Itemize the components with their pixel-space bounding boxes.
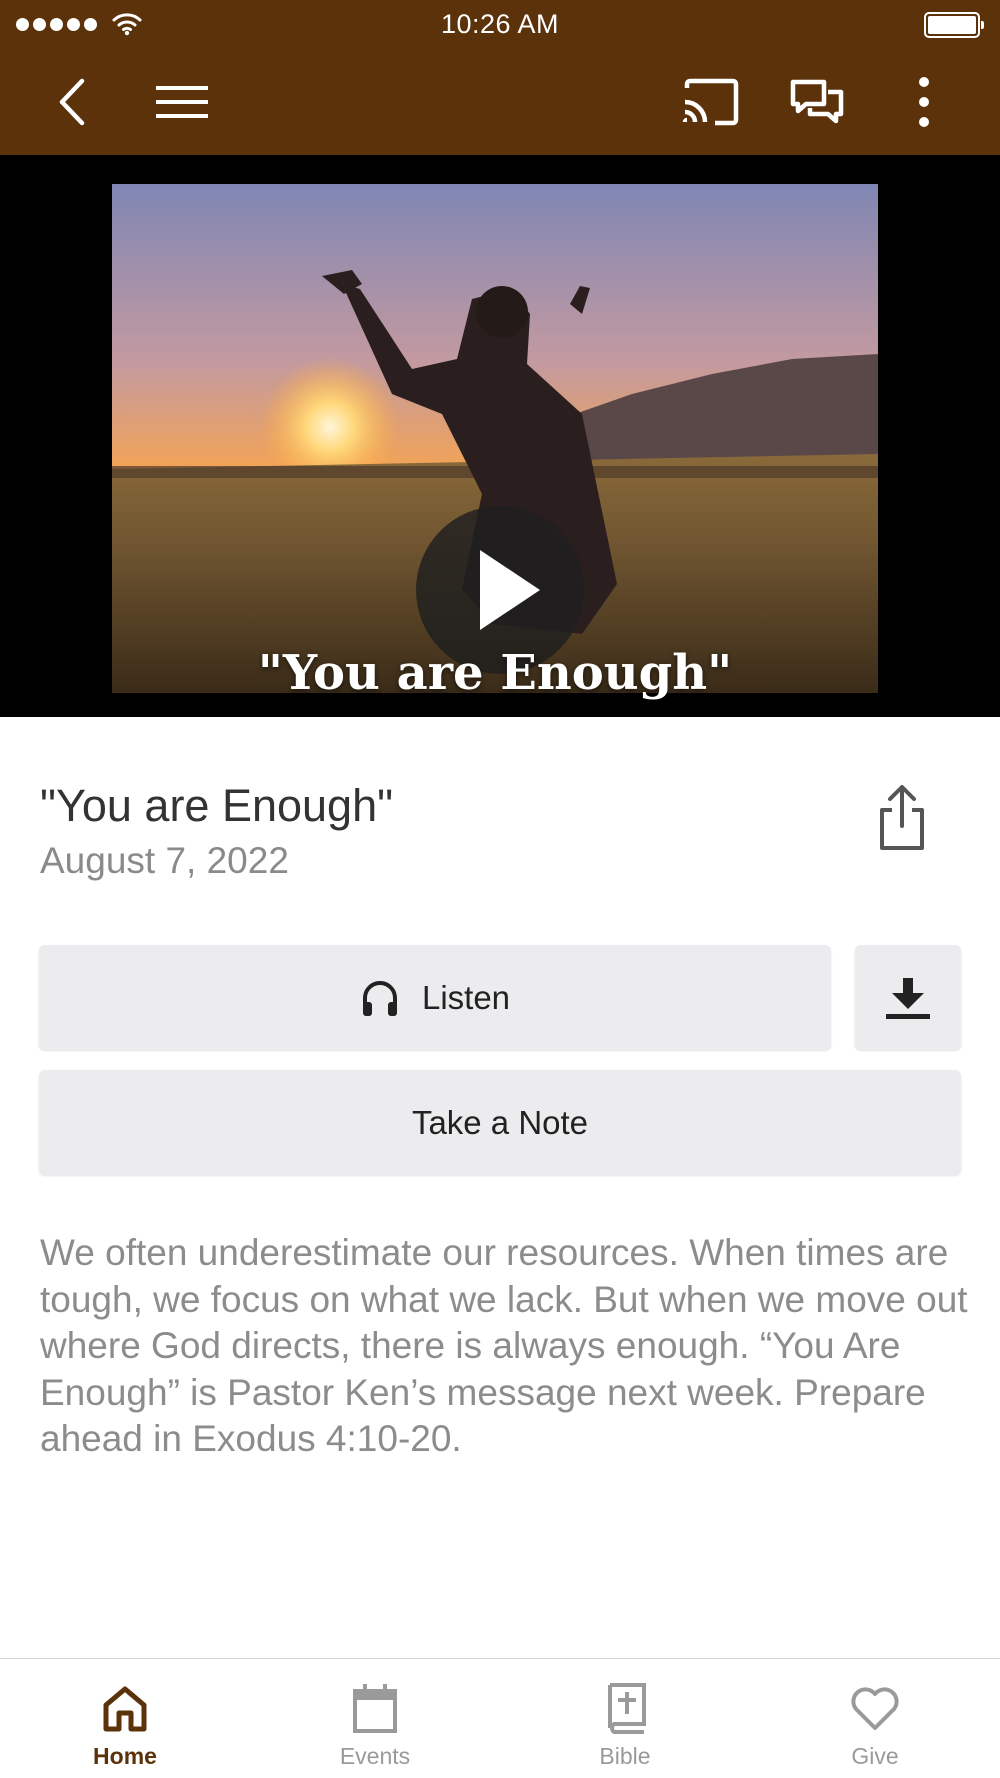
calendar-icon <box>353 1684 397 1733</box>
sermon-date: August 7, 2022 <box>40 840 289 881</box>
download-icon <box>886 977 930 1019</box>
tab-home-label: Home <box>93 1743 157 1769</box>
battery-icon <box>924 12 984 38</box>
status-bar: 10:26 AM <box>0 0 1000 50</box>
share-button[interactable] <box>870 782 934 854</box>
bible-icon <box>608 1683 646 1734</box>
chat-button[interactable] <box>785 70 849 134</box>
take-note-button[interactable]: Take a Note <box>39 1070 961 1175</box>
tab-home[interactable]: Home <box>0 1659 250 1778</box>
back-icon <box>59 78 85 126</box>
sermon-description: We often underestimate our resources. Wh… <box>40 1232 968 1459</box>
tab-bible-label: Bible <box>599 1743 651 1769</box>
sermon-title: "You are Enough" <box>40 780 394 831</box>
share-icon <box>880 785 924 850</box>
home-icon <box>103 1686 147 1732</box>
tab-events[interactable]: Events <box>250 1659 500 1778</box>
tab-give[interactable]: Give <box>750 1659 1000 1778</box>
tab-events-label: Events <box>339 1743 411 1769</box>
tab-bible[interactable]: Bible <box>500 1659 750 1778</box>
menu-icon <box>156 86 208 118</box>
more-icon <box>919 77 929 127</box>
listen-label: Listen <box>421 978 511 1016</box>
cast-button[interactable] <box>678 70 742 134</box>
tab-give-label: Give <box>851 1743 899 1769</box>
menu-button[interactable] <box>150 70 214 134</box>
bottom-tab-bar: Home Events Bible Give <box>0 1658 1000 1778</box>
heart-icon <box>851 1687 899 1730</box>
more-options-button[interactable] <box>892 70 956 134</box>
cast-icon <box>682 78 739 126</box>
back-button[interactable] <box>40 70 104 134</box>
listen-button[interactable]: Listen <box>39 945 831 1050</box>
video-overlay-title: "You are Enough" <box>257 645 733 701</box>
take-note-label: Take a Note <box>411 1103 589 1141</box>
chat-icon <box>790 79 844 124</box>
status-time: 10:26 AM <box>440 9 560 39</box>
play-icon <box>480 550 540 630</box>
video-player[interactable]: "You are Enough" <box>0 155 1000 717</box>
download-button[interactable] <box>855 945 961 1050</box>
headphones-icon <box>362 980 397 1016</box>
app-header: 10:26 AM <box>0 0 1000 155</box>
